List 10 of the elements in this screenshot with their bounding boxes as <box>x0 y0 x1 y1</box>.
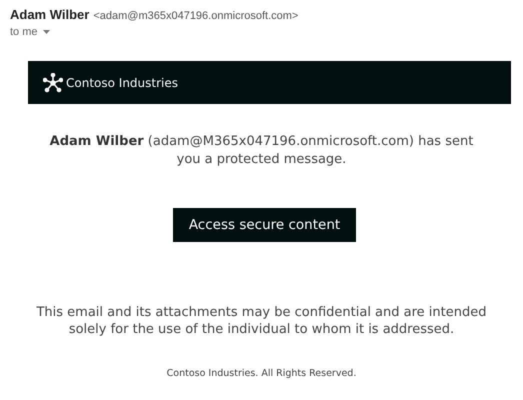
caret-icon <box>42 30 50 34</box>
disclaimer-text: This email and its attachments may be confidential and are intended solely for the use of the individual to whom it is addressed. <box>35 304 488 338</box>
access-button[interactable]: Access secure content <box>173 208 356 242</box>
company-name: Contoso Industries <box>66 76 178 90</box>
message-text: Adam Wilber (adam@M365x047196.onmicrosoft.com) has sent you a protected message. <box>48 133 474 169</box>
recipient-dropdown[interactable]: to me <box>10 26 50 38</box>
logo-icon <box>43 72 63 92</box>
sender-email: <adam@m365x047196.onmicrosoft.com> <box>93 10 298 22</box>
sender-name: Adam Wilber <box>10 7 90 22</box>
footer-text: Contoso Industries. All Rights Reserved. <box>166 368 358 379</box>
